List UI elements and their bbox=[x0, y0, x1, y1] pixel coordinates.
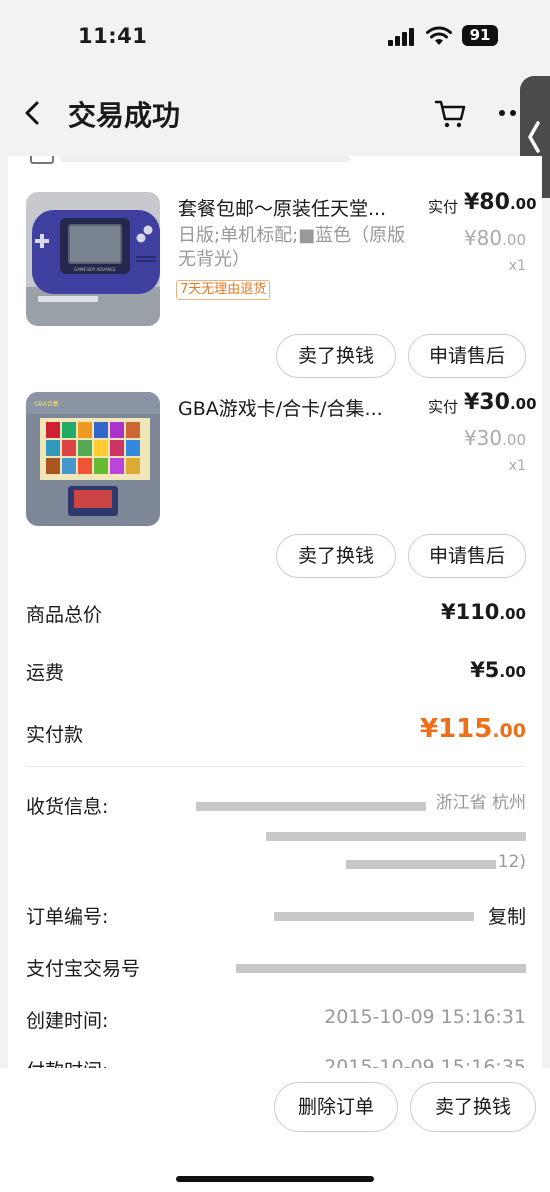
original-price: ¥80.00 bbox=[463, 226, 526, 250]
svg-text:GBA合集: GBA合集 bbox=[34, 400, 59, 408]
product-image-gba[interactable]: GAME BOY ADVANCE bbox=[26, 192, 160, 326]
product-title[interactable]: 套餐包邮～原装任天堂... bbox=[178, 194, 408, 221]
address-redacted bbox=[346, 860, 496, 869]
address-row: 收货信息: 浙江省 杭州 12) bbox=[26, 792, 526, 882]
alipay-trade-redacted bbox=[236, 964, 526, 973]
shipping-value: ¥5.00 bbox=[470, 658, 526, 682]
battery-icon: 91 bbox=[462, 25, 498, 46]
status-bar: 11:41 91 bbox=[0, 0, 550, 72]
paid-time-value: 2015-10-09 15:16:35 bbox=[324, 1056, 526, 1068]
order-number-label: 订单编号: bbox=[26, 906, 109, 928]
svg-text:GAME BOY ADVANCE: GAME BOY ADVANCE bbox=[74, 267, 116, 272]
bottom-action-bar: 删除订单 卖了换钱 bbox=[0, 1068, 550, 1192]
paid-label: 实付 bbox=[428, 198, 459, 216]
address-redacted bbox=[196, 802, 426, 811]
goods-total-label: 商品总价 bbox=[26, 604, 103, 626]
paid-price: ¥30.00 bbox=[464, 390, 537, 415]
store-name-placeholder bbox=[60, 156, 350, 162]
address-label: 收货信息: bbox=[26, 796, 109, 818]
page-title: 交易成功 bbox=[68, 99, 181, 132]
status-time: 11:41 bbox=[78, 24, 148, 48]
shipping-label: 运费 bbox=[26, 662, 65, 684]
goods-total-value: ¥110.00 bbox=[440, 600, 526, 624]
game-cartridge-image: GBA合集 bbox=[26, 392, 160, 526]
gameboy-advance-image: GAME BOY ADVANCE bbox=[26, 192, 160, 326]
cellular-signal-icon bbox=[388, 28, 414, 46]
store-icon bbox=[30, 156, 54, 164]
sell-for-cash-button[interactable]: 卖了换钱 bbox=[410, 1082, 536, 1132]
cart-icon[interactable] bbox=[434, 98, 468, 130]
address-tail: 12) bbox=[497, 852, 526, 872]
paid-time-label: 付款时间: bbox=[26, 1056, 108, 1068]
address-fragment: 浙江省 杭州 bbox=[435, 793, 526, 813]
sell-for-cash-button[interactable]: 卖了换钱 bbox=[276, 334, 396, 378]
paid-label: 实付 bbox=[428, 398, 459, 416]
address-redacted bbox=[266, 832, 526, 841]
divider bbox=[26, 766, 524, 767]
original-price: ¥30.00 bbox=[463, 426, 526, 450]
nav-bar: 交易成功 bbox=[0, 72, 550, 156]
after-sales-button[interactable]: 申请售后 bbox=[408, 334, 526, 378]
created-time-label: 创建时间: bbox=[26, 1010, 109, 1032]
more-icon[interactable] bbox=[498, 108, 520, 118]
copy-button[interactable]: 复制 bbox=[488, 902, 526, 929]
product-image-gba-cart[interactable]: GBA合集 bbox=[26, 392, 160, 526]
order-number-redacted bbox=[274, 912, 474, 921]
paid-total-value: ¥115.00 bbox=[419, 714, 526, 744]
order-detail-card: GAME BOY ADVANCE 套餐包邮～原装任天堂... 日版;单机标配;■… bbox=[8, 156, 542, 1068]
return-policy-badge: 7天无理由退货 bbox=[176, 280, 271, 300]
paid-total-label: 实付款 bbox=[26, 724, 84, 746]
home-indicator bbox=[176, 1176, 374, 1182]
delete-order-button[interactable]: 删除订单 bbox=[274, 1082, 398, 1132]
wifi-icon bbox=[426, 26, 452, 45]
after-sales-button[interactable]: 申请售后 bbox=[408, 534, 526, 578]
product-title[interactable]: GBA游戏卡/合卡/合集... bbox=[178, 394, 408, 421]
quantity: x1 bbox=[508, 458, 526, 474]
sell-for-cash-button[interactable]: 卖了换钱 bbox=[276, 534, 396, 578]
product-spec: 日版;单机标配;■蓝色（原版无背光） bbox=[178, 225, 406, 270]
chevron-left-icon bbox=[528, 121, 540, 153]
quantity: x1 bbox=[508, 258, 526, 274]
paid-price: ¥80.00 bbox=[464, 190, 537, 215]
alipay-trade-label: 支付宝交易号 bbox=[26, 958, 141, 980]
created-time-value: 2015-10-09 15:16:31 bbox=[324, 1006, 526, 1028]
back-arrow-icon[interactable] bbox=[18, 98, 48, 128]
